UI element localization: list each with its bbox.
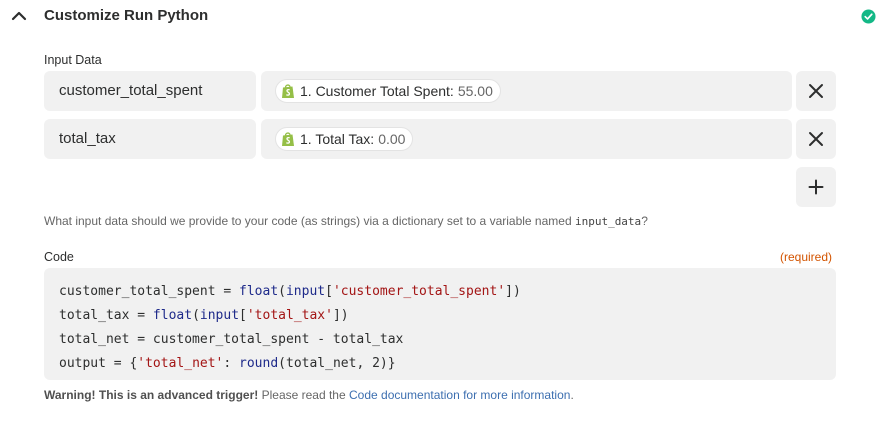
code-text: total_net = customer_total_spent - total… [59,332,404,347]
code-documentation-link[interactable]: Code documentation for more information [349,388,570,402]
mapped-field-label: 1. Total Tax: [300,131,375,147]
mapped-field-value: 0.00 [378,131,406,147]
code-text: (total_net, 2)} [278,356,396,371]
code-line: total_net = customer_total_spent - total… [59,328,821,352]
input-data-help-text: What input data should we provide to you… [44,214,648,228]
code-line: output = {'total_net': round(total_net, … [59,352,821,376]
close-icon [809,84,823,98]
code-string: 'total_net' [137,356,224,371]
code-text: ( [192,308,200,323]
warning-body: Please read the [258,388,349,402]
step-header[interactable]: Customize Run Python [0,0,885,34]
input-data-label: Input Data [44,53,102,67]
warning-text: Warning! This is an advanced trigger! Pl… [44,388,574,402]
mapped-field-pill[interactable]: 1. Customer Total Spent: 55.00 [275,79,501,103]
code-function: input [285,284,326,299]
chevron-up-icon[interactable] [11,8,27,24]
code-text: ]) [505,284,521,299]
help-variable-name: input_data [574,215,642,228]
help-text-end: ? [641,214,648,228]
check-circle-icon [861,9,876,24]
code-text: [ [239,308,247,323]
code-text: [ [325,284,333,299]
code-text: total_tax = [59,308,153,323]
code-line: total_tax = float(input['total_tax']) [59,304,821,328]
close-icon [809,132,823,146]
code-text: customer_total_spent = [59,284,240,299]
code-function: float [152,308,193,323]
code-function: float [239,284,279,299]
warning-bold: Warning! This is an advanced trigger! [44,388,259,402]
code-editor[interactable]: customer_total_spent = float(input['cust… [44,268,836,380]
code-label: Code [44,250,74,264]
plus-icon [808,179,824,195]
code-function: input [199,308,240,323]
remove-row-button[interactable] [796,71,836,111]
step-title: Customize Run Python [44,7,209,24]
input-value-field[interactable]: 1. Customer Total Spent: 55.00 [261,71,792,111]
shopify-icon [282,132,294,146]
remove-row-button[interactable] [796,119,836,159]
mapped-field-value: 55.00 [457,83,493,99]
add-row-button[interactable] [796,167,836,207]
warning-end: . [570,388,574,402]
help-text: What input data should we provide to you… [44,214,575,228]
code-string: 'customer_total_spent' [332,284,506,299]
code-function: round [239,356,279,371]
code-string: 'total_tax' [246,308,333,323]
code-text: output = { [59,356,138,371]
code-text: : [223,356,240,371]
input-value-field[interactable]: 1. Total Tax: 0.00 [261,119,792,159]
mapped-field-label: 1. Customer Total Spent: [300,83,454,99]
code-text: ( [278,284,286,299]
input-key-field[interactable]: total_tax [44,119,256,159]
code-text: ]) [332,308,349,323]
input-key-field[interactable]: customer_total_spent [44,71,256,111]
mapped-field-pill[interactable]: 1. Total Tax: 0.00 [275,127,414,151]
shopify-icon [282,84,294,98]
code-line: customer_total_spent = float(input['cust… [59,280,821,304]
required-indicator: (required) [780,250,833,264]
